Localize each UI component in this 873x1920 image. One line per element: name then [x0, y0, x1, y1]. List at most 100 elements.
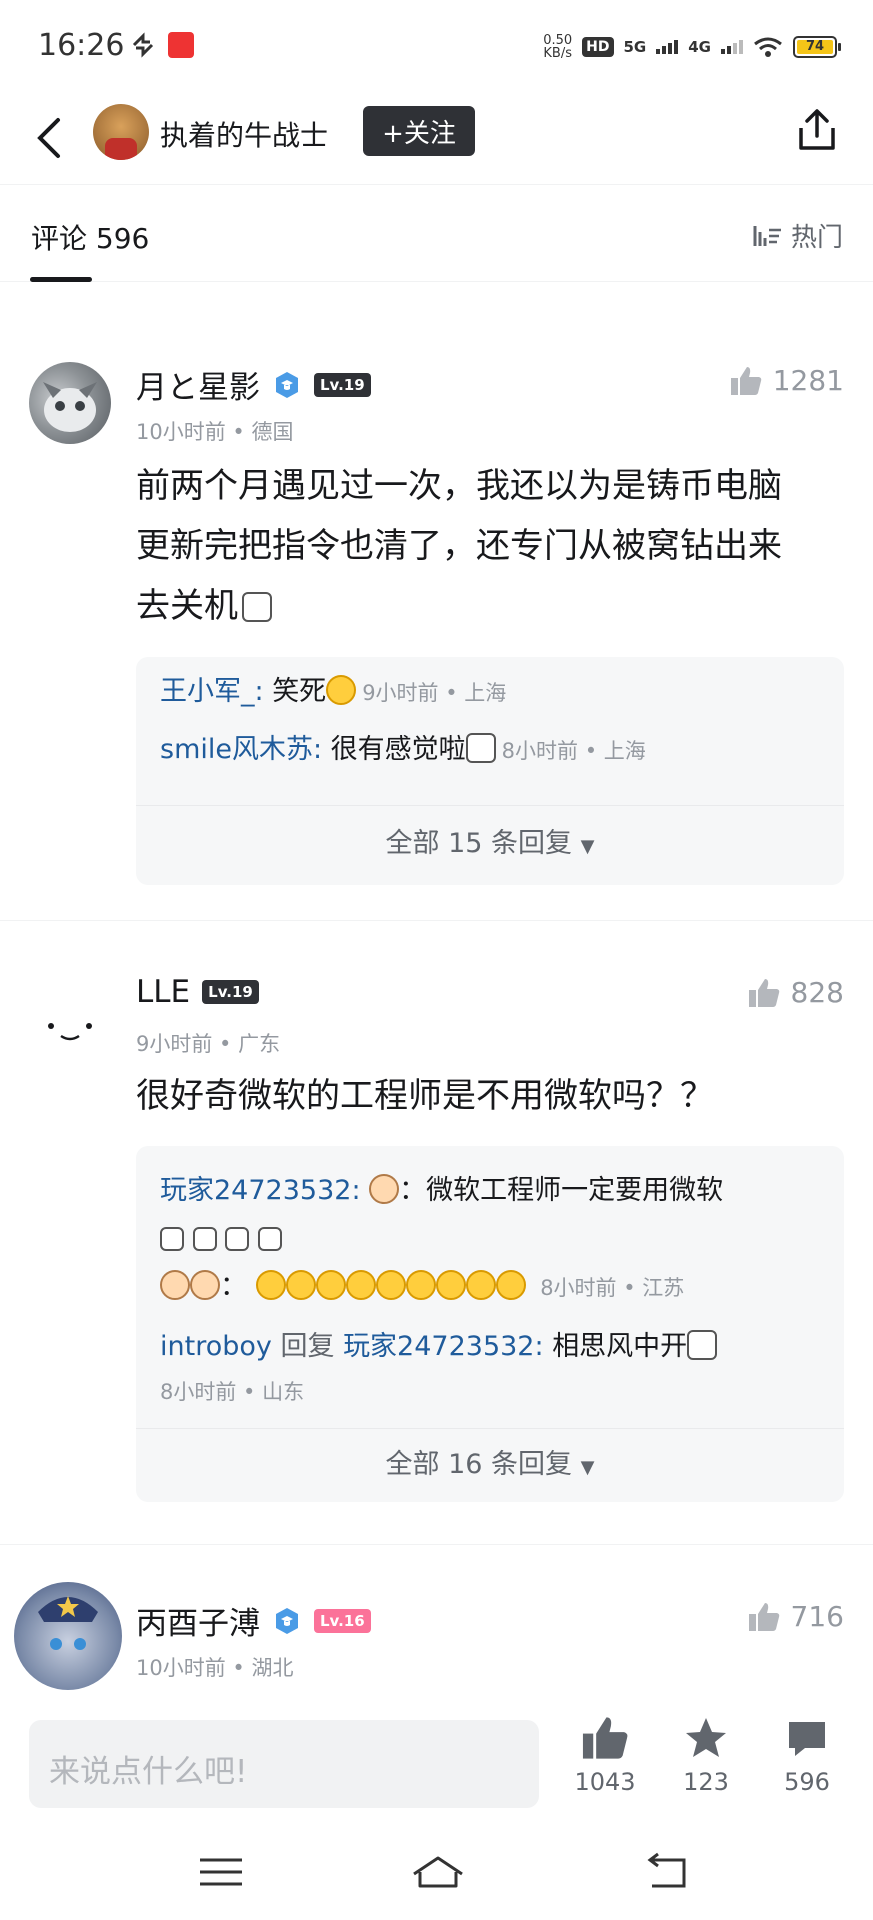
avatar[interactable] [14, 1582, 122, 1690]
view-all-replies[interactable]: 全部 16 条回复 ▼ [136, 1442, 844, 1481]
reply-item[interactable]: smile风木苏: 很有感觉啦 8小时前 • 上海 [160, 727, 820, 774]
tab-indicator [30, 277, 92, 282]
favorite-action[interactable]: 123 [666, 1714, 746, 1796]
favorite-total: 123 [683, 1768, 729, 1796]
level-badge: Lv.16 [314, 1608, 371, 1633]
reply-box: 玩家24723532: ：微软工程师一定要用微软 ： 8小时前 • 江苏 int… [136, 1146, 844, 1502]
level-badge: Lv.19 [314, 372, 371, 397]
sim1-label: 5G [623, 38, 647, 56]
share-icon[interactable] [795, 106, 839, 154]
level-badge: Lv.19 [202, 980, 259, 1004]
reply-item[interactable]: introboy 回复 玩家24723532: 相思风中开 [160, 1324, 820, 1370]
reply-text: 笑死 [272, 676, 327, 707]
avatar[interactable] [29, 984, 111, 1066]
hd-icon: HD [582, 37, 614, 57]
author-avatar[interactable] [93, 104, 149, 160]
sort-label: 热门 [790, 223, 843, 253]
like-count: 1281 [772, 364, 844, 397]
comment-content[interactable]: 很好奇微软的工程师是不用微软吗？？ [136, 1066, 836, 1126]
reply-username[interactable]: introboy [160, 1331, 272, 1362]
comment-meta: 10小时前 • 湖北 [136, 1656, 294, 1680]
reply-username[interactable]: smile风木苏 [160, 734, 313, 765]
like-count: 716 [790, 1600, 844, 1633]
battery-icon: 74 [793, 36, 841, 58]
reply-meta: 8小时前 • 江苏 [540, 1276, 685, 1300]
raised-hands-icon [345, 1270, 376, 1300]
separator [0, 1544, 873, 1566]
follow-button[interactable]: +关注 [363, 106, 475, 156]
reply-text: 很有感觉啦 [330, 734, 466, 765]
content-line: 前两个月遇见过一次，我还以为是铸币电脑 [136, 466, 782, 506]
like-button[interactable]: 828 [747, 976, 844, 1009]
sort-icon [753, 225, 781, 246]
comment-bubble-icon [789, 1722, 825, 1756]
sim2-label: 4G [688, 38, 711, 56]
reply-meta: 9小时前 • 上海 [362, 681, 507, 705]
comments-header: 评论 596 热门 [0, 184, 873, 282]
content-line: 很好奇微软的工程师是不用微软吗？？ [136, 1076, 714, 1116]
view-all-label: 全部 16 条回复 [385, 1449, 573, 1480]
thumbs-up-icon [730, 366, 761, 395]
content-line: 更新完把指令也清了，还专门从被窝钻出来 [136, 526, 782, 566]
reply-target[interactable]: 玩家24723532: [343, 1331, 544, 1362]
comment-username[interactable]: 丙酉子溥 Lv.16 [136, 1598, 371, 1643]
reply-text: ：微软工程师一定要用微软 [399, 1175, 724, 1206]
reply-emoji-line [160, 1218, 820, 1258]
menu-icon[interactable] [196, 1852, 246, 1892]
like-total: 1043 [574, 1768, 636, 1796]
reply-text: 相思风中开 [552, 1331, 688, 1362]
app-notification-icon [168, 32, 194, 58]
back-button[interactable] [30, 112, 70, 164]
raised-hands-icon [255, 1270, 286, 1300]
network-speed: 0.50 KB/s [543, 34, 572, 60]
like-action[interactable]: 1043 [565, 1714, 645, 1796]
thumbs-up-icon [748, 1602, 779, 1631]
comment-meta: 10小时前 • 德国 [136, 420, 294, 444]
chevron-down-icon: ▼ [580, 836, 595, 857]
comment-item: 月と星影 Lv.19 1281 10小时前 • 德国 前两个月遇见过一次，我还以… [0, 300, 873, 920]
smiley-avatar [48, 1023, 92, 1041]
comment-username[interactable]: 月と星影 Lv.19 [136, 362, 371, 407]
like-button[interactable]: 1281 [729, 364, 844, 397]
view-all-replies[interactable]: 全部 15 条回复 ▼ [136, 821, 844, 860]
author-name[interactable]: 执着的牛战士 [160, 114, 328, 154]
emoji-icon [687, 1330, 718, 1360]
follow-label: +关注 [382, 118, 456, 149]
comment-input[interactable]: 来说点什么吧! [29, 1720, 539, 1808]
status-time: 16:26 [38, 28, 125, 63]
avatar[interactable] [29, 362, 111, 444]
writing-hand-icon [225, 1227, 250, 1251]
writing-hand-icon [160, 1227, 184, 1251]
emoji-icon [465, 733, 496, 763]
comment-content[interactable]: 前两个月遇见过一次，我还以为是铸币电脑 更新完把指令也清了，还专门从被窝钻出来 … [136, 456, 836, 636]
sort-button[interactable]: 热门 [751, 217, 843, 254]
reply-meta: 8小时前 • 山东 [160, 1380, 305, 1404]
divider [136, 1428, 844, 1429]
tired-face-icon [375, 1270, 406, 1300]
comment-total: 596 [784, 1768, 830, 1796]
reply-meta: 8小时前 • 上海 [501, 739, 646, 763]
reply-item[interactable]: 王小军_: 笑死 9小时前 • 上海 [160, 669, 820, 716]
sync-icon [132, 32, 154, 58]
raised-hands-icon [435, 1270, 466, 1300]
status-bar: 16:26 0.50 KB/s HD 5G 4G 74 [0, 0, 873, 92]
verified-icon [276, 371, 298, 398]
home-icon[interactable] [410, 1852, 466, 1892]
wifi-icon [754, 37, 782, 57]
chevron-down-icon: ▼ [580, 1457, 595, 1478]
comment-action[interactable]: 596 [767, 1714, 847, 1796]
back-nav-icon[interactable] [640, 1852, 690, 1892]
verified-icon [276, 1607, 298, 1634]
emoji-icon [242, 592, 272, 622]
signal-icon-2 [721, 40, 743, 54]
reply-item[interactable]: 玩家24723532: ：微软工程师一定要用微软 [160, 1168, 820, 1214]
reply-username[interactable]: 玩家24723532 [160, 1175, 351, 1206]
reply-box: 王小军_: 笑死 9小时前 • 上海 smile风木苏: 很有感觉啦 8小时前 • … [136, 657, 844, 885]
thumbs-up-icon [582, 1717, 628, 1759]
comments-tab[interactable]: 评论 596 [31, 217, 149, 257]
like-button[interactable]: 716 [747, 1600, 844, 1633]
username-text: 丙酉子溥 [136, 1606, 260, 1642]
reply-username[interactable]: 王小军_ [160, 676, 255, 707]
raised-hands-icon [315, 1270, 346, 1300]
comment-username[interactable]: LLE Lv.19 [136, 974, 259, 1010]
